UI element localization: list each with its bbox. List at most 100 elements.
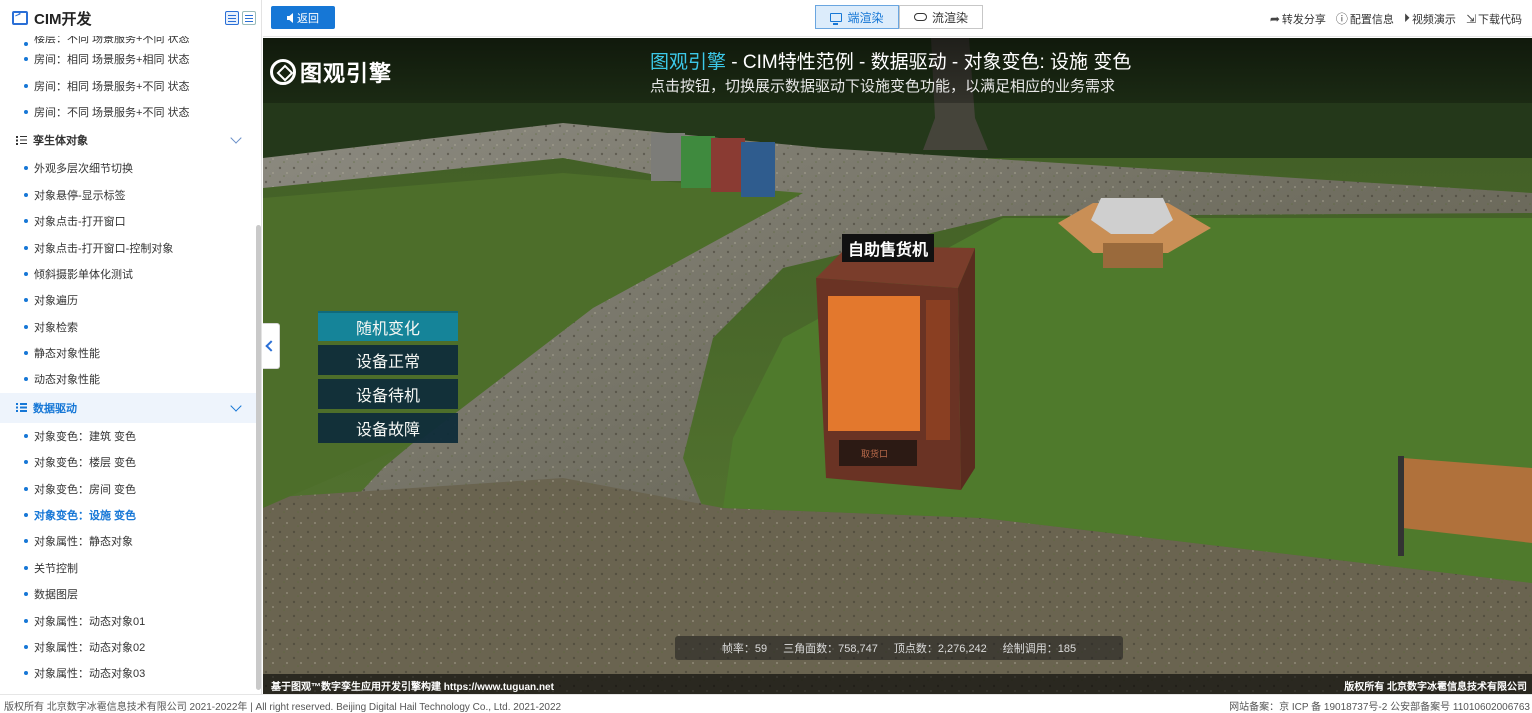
back-arrow-icon xyxy=(287,12,293,23)
bullet-icon xyxy=(24,109,28,114)
random-change-button[interactable]: 随机变化 xyxy=(318,311,458,341)
cloud-icon xyxy=(913,13,927,21)
sidebar-group-twin[interactable]: 孪生体对象 xyxy=(0,125,258,155)
share-action[interactable]: ➦ 转发分享 xyxy=(1270,10,1326,27)
object-label: 自助售货机 xyxy=(842,234,935,262)
bullet-icon xyxy=(24,433,28,438)
sidebar-item[interactable]: 倾斜摄影单体化测试 xyxy=(0,261,258,287)
bullet-icon xyxy=(24,298,28,303)
sidebar-item-active[interactable]: 对象变色：设施 变色 xyxy=(0,502,258,528)
sidebar-group-data-driven[interactable]: 数据驱动 xyxy=(0,392,258,423)
sidebar-item[interactable]: 对象悬停-显示标签 xyxy=(0,182,258,208)
footer-copyright: 版权所有 北京数字冰雹信息技术有限公司 2021-2022年 | All rig… xyxy=(4,702,562,713)
pickup-slot-label: 取货口 xyxy=(861,448,888,459)
bullet-icon xyxy=(24,219,28,224)
sidebar-item[interactable]: 对象变色：楼层 变色 xyxy=(0,449,258,475)
stream-render-button[interactable]: 流渲染 xyxy=(899,5,983,29)
brand-logo: 图观引擎 xyxy=(270,56,392,88)
sidebar-item[interactable]: 对象点击-打开窗口-控制对象 xyxy=(0,234,258,260)
bullet-icon xyxy=(24,324,28,329)
sidebar-item[interactable]: 对象变色：建筑 变色 xyxy=(0,423,258,449)
vending-machine[interactable]: 取货口 xyxy=(816,246,975,490)
config-action[interactable]: ⓘ 配置信息 xyxy=(1336,10,1394,27)
sidebar-item[interactable]: 房间：不同 场景服务+不同 状态 xyxy=(0,99,258,125)
sidebar-item[interactable]: 对象遍历 xyxy=(0,287,258,313)
video-action[interactable]: ⏵ 视频演示 xyxy=(1404,10,1456,27)
sidebar-title: CIM开发 xyxy=(34,10,92,28)
bullet-icon xyxy=(24,592,28,597)
back-button[interactable]: 返回 xyxy=(271,6,335,29)
sidebar-item[interactable]: 外观多层次细节切换 xyxy=(0,155,258,181)
sidebar-item[interactable]: 数据图层 xyxy=(0,581,258,607)
sidebar-item[interactable]: 对象属性：静态对象 xyxy=(0,528,258,554)
sidebar-list: 楼层：不同 场景服务+不同 状态 房间：相同 场景服务+相同 状态 房间：相同 … xyxy=(0,28,258,687)
bullet-icon xyxy=(24,192,28,197)
bullet-icon xyxy=(24,565,28,570)
terminal-icon xyxy=(12,9,28,25)
sidebar-item[interactable]: 房间：相同 场景服务+相同 状态 xyxy=(0,46,258,72)
sidebar-item[interactable]: 对象属性：动态对象03 xyxy=(0,660,258,686)
bullet-icon xyxy=(24,671,28,676)
control-panel: 随机变化 设备正常 设备待机 设备故障 xyxy=(318,311,458,443)
page-footer: 版权所有 北京数字冰雹信息技术有限公司 2021-2022年 | All rig… xyxy=(0,694,1532,713)
device-standby-button[interactable]: 设备待机 xyxy=(318,379,458,409)
sidebar-item[interactable]: 动态对象性能 xyxy=(0,366,258,392)
bullet-icon xyxy=(24,513,28,518)
sidebar-item[interactable]: 静态对象性能 xyxy=(0,340,258,366)
client-render-button[interactable]: 端渲染 xyxy=(815,5,899,29)
sidebar-item[interactable]: 对象点击-打开窗口 xyxy=(0,208,258,234)
bullet-icon xyxy=(24,83,28,88)
bullet-icon xyxy=(24,166,28,171)
fps-stat: 帧率：59 xyxy=(721,643,768,655)
bullet-icon xyxy=(24,351,28,356)
demo-subtitle: 点击按钮，切换展示数据驱动下设施变色功能，以满足相应的业务需求 xyxy=(650,78,1116,95)
share-icon: ➦ xyxy=(1269,11,1280,26)
sidebar-scrollbar[interactable] xyxy=(256,225,261,690)
vertices-stat: 顶点数：2,276,242 xyxy=(893,643,987,655)
monitor-icon xyxy=(830,12,843,25)
sidebar-item[interactable]: 关节控制 xyxy=(0,555,258,581)
engine-logo-icon xyxy=(270,59,296,85)
play-icon: ⏵ xyxy=(1403,11,1410,25)
drawcalls-stat: 绘制调用：185 xyxy=(1002,643,1077,655)
bullet-icon xyxy=(24,271,28,276)
bullet-icon xyxy=(24,539,28,544)
sidebar-item[interactable]: 对象检索 xyxy=(0,314,258,340)
render-mode-toggle: 端渲染 流渲染 xyxy=(815,5,983,29)
download-icon: ⇲ xyxy=(1465,11,1476,26)
chevron-down-icon xyxy=(230,400,242,412)
copyright-note: 版权所有 北京数字冰雹信息技术有限公司 xyxy=(1344,682,1527,693)
chevron-left-icon xyxy=(265,340,277,352)
download-action[interactable]: ⇲ 下载代码 xyxy=(1466,10,1522,27)
view-toggle xyxy=(225,11,256,25)
bullet-icon xyxy=(24,57,28,62)
engine-credit: 基于图观™数字孪生应用开发引擎构建 https://www.tuguan.net xyxy=(271,682,554,693)
sidebar-item[interactable]: 对象属性：动态对象02 xyxy=(0,634,258,660)
list-icon xyxy=(16,403,27,412)
sidebar-item[interactable]: 房间：相同 场景服务+不同 状态 xyxy=(0,72,258,98)
bullet-icon xyxy=(24,42,28,46)
sidebar-header: CIM开发 xyxy=(0,0,261,36)
bullet-icon xyxy=(24,618,28,623)
info-icon: ⓘ xyxy=(1335,12,1348,26)
sidebar: 楼层：不同 场景服务+不同 状态 房间：相同 场景服务+相同 状态 房间：相同 … xyxy=(0,0,262,694)
bullet-icon xyxy=(24,245,28,250)
demo-title: 图观引擎 - CIM特性范例 - 数据驱动 - 对象变色: 设施 变色 xyxy=(650,52,1132,73)
render-stats: 帧率：59 三角面数：758,747 顶点数：2,276,242 绘制调用：18… xyxy=(675,636,1123,660)
device-fault-button[interactable]: 设备故障 xyxy=(318,413,458,443)
bullet-icon xyxy=(24,377,28,382)
sidebar-collapse-button[interactable] xyxy=(263,323,280,369)
grid-view-icon[interactable] xyxy=(242,11,256,25)
bullet-icon xyxy=(24,460,28,465)
list-view-icon[interactable] xyxy=(225,11,239,25)
top-bar: 返回 端渲染 流渲染 ➦ 转发分享 ⓘ 配置信息 ⏵ 视频演示 ⇲ 下载代码 xyxy=(263,0,1532,37)
scene-viewport[interactable]: 取货口 图观引擎 图观引擎 - CIM特性范例 - 数据驱动 - 对象变色: 设… xyxy=(263,38,1532,694)
top-actions: ➦ 转发分享 ⓘ 配置信息 ⏵ 视频演示 ⇲ 下载代码 xyxy=(1270,10,1522,27)
list-icon xyxy=(16,135,27,145)
sidebar-item[interactable]: 对象变色：房间 变色 xyxy=(0,475,258,501)
sidebar-item[interactable]: 对象属性：动态对象01 xyxy=(0,607,258,633)
device-normal-button[interactable]: 设备正常 xyxy=(318,345,458,375)
triangles-stat: 三角面数：758,747 xyxy=(783,643,878,655)
chevron-down-icon xyxy=(230,132,242,144)
footer-icp: 网站备案：京 ICP 备 19018737号-2 公安部备案号 11010602… xyxy=(1229,702,1530,713)
